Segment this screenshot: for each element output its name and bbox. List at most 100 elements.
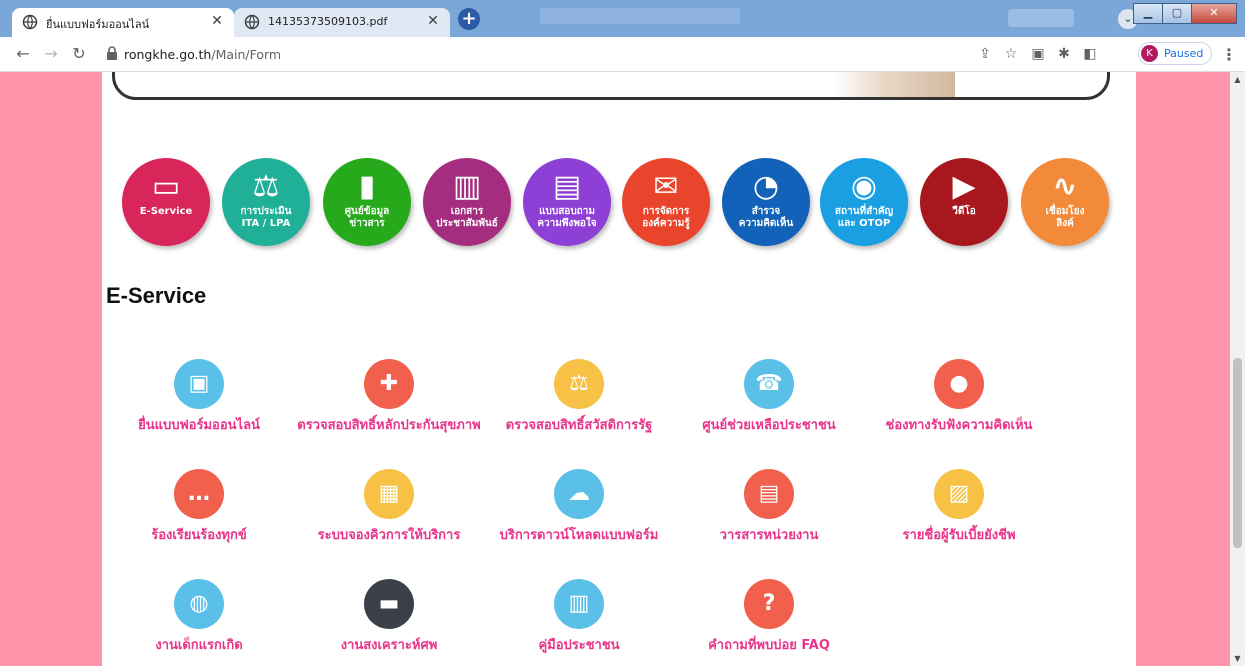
eservice-item[interactable]: ☎ ศูนย์ช่วยเหลือประชาชน [676,359,862,435]
lightbulb-icon: ● [934,359,984,409]
menu-circle-label: การประเมิน ITA / LPA [240,206,292,229]
tab-title: 14135373509103.pdf [268,15,388,28]
menu-circle-label: เชื่อมโยง ลิงค์ [1045,206,1085,229]
eservice-item[interactable]: ☁ บริการดาวน์โหลดแบบฟอร์ม [486,469,672,545]
eservice-item[interactable]: ▦ ระบบจองคิวการให้บริการ [296,469,482,545]
back-arrow-icon[interactable]: ← [14,45,32,63]
icon-glyph: ✚ [379,371,399,396]
document-icon: ▤ [552,169,582,204]
address-bar[interactable]: rongkhe.go.th/Main/Form [100,41,970,67]
scroll-up-icon[interactable]: ▲ [1233,75,1242,84]
menu-circle-5[interactable]: ▤ แบบสอบถาม ความพึงพอใจ [523,158,611,246]
eservice-item[interactable]: ▥ คู่มือประชาชน [486,579,672,655]
icon-glyph: ☁ [568,481,590,506]
menu-circle-7[interactable]: ◔ สำรวจ ความคิดเห็น [722,158,810,246]
menu-circle-6[interactable]: ✉ การจัดการ องค์ความรู้ [622,158,710,246]
section-title: E-Service [106,283,207,308]
menu-circle-label: E-Service [139,206,193,217]
eservice-label[interactable]: ศูนย์ช่วยเหลือประชาชน [676,414,862,435]
new-tab-button[interactable]: + [458,8,480,30]
lock-icon [107,46,117,60]
scrollbar[interactable]: ▲ ▼ [1230,72,1245,666]
extension-icon[interactable]: ▣ [1030,46,1046,62]
question-icon: ? [744,579,794,629]
eservice-label[interactable]: ช่องทางรับฟังความคิดเห็น [866,414,1052,435]
menu-circle-2[interactable]: ⚖ การประเมิน ITA / LPA [222,158,310,246]
menu-circle-3[interactable]: ▮ ศูนย์ข้อมูล ข่าวสาร [323,158,411,246]
icon-glyph: ▣ [188,371,210,396]
menu-circle-4[interactable]: ▥ เอกสาร ประชาสัมพันธ์ [423,158,511,246]
id-card-icon: ▨ [934,469,984,519]
piggy-bank-icon: ◍ [174,579,224,629]
tab-pdf[interactable]: 14135373509103.pdf ✕ [234,8,450,37]
eservice-item[interactable]: ✚ ตรวจสอบสิทธิ์หลักประกันสุขภาพ [296,359,482,435]
scales-icon: ⚖ [252,169,280,204]
play-icon: ▶ [952,169,976,204]
eservice-label[interactable]: บริการดาวน์โหลดแบบฟอร์ม [486,524,672,545]
maximize-icon[interactable]: ▢ [1162,3,1192,24]
calendar-screen-icon: ▦ [364,469,414,519]
profile-button[interactable]: K Paused [1138,42,1212,65]
page-content: ▭ E-Service ⚖ การประเมิน ITA / LPA ▮ ศูนย์ข้อ… [102,72,1136,666]
eservice-label[interactable]: ตรวจสอบสิทธิ์สวัสดิการรัฐ [486,414,672,435]
banner-person-image [835,72,955,97]
blurred-taskbar-item [1008,9,1074,27]
globe-icon [22,14,38,30]
eservice-label[interactable]: ยื่นแบบฟอร์มออนไลน์ [106,414,292,435]
envelope-icon: ✉ [653,169,679,204]
sidepanel-icon[interactable]: ◧ [1082,46,1098,62]
close-icon[interactable]: ✕ [208,12,226,30]
map-pin-icon: ◉ [850,169,878,204]
tab-active[interactable]: ยื่นแบบฟอร์มออนไลน์ ✕ [12,8,234,37]
reload-icon[interactable]: ↻ [70,45,88,63]
menu-circle-label: วีดีโอ [952,206,976,217]
eservice-item[interactable]: ⚖ ตรวจสอบสิทธิ์สวัสดิการรัฐ [486,359,672,435]
forward-arrow-icon[interactable]: → [42,45,60,63]
eservice-label[interactable]: รายชื่อผู้รับเบี้ยยังชีพ [866,524,1052,545]
newspaper-icon: ▤ [744,469,794,519]
eservice-item[interactable]: … ร้องเรียนร้องทุกข์ [106,469,292,545]
scales-icon: ⚖ [554,359,604,409]
icon-glyph: … [188,481,210,506]
eservice-label[interactable]: คู่มือประชาชน [486,634,672,655]
icon-glyph: ▦ [378,481,400,506]
close-window-icon[interactable]: ✕ [1191,3,1237,24]
icon-glyph: ☎ [755,371,783,396]
icon-glyph: ◍ [189,591,209,616]
eservice-label[interactable]: ร้องเรียนร้องทุกข์ [106,524,292,545]
scroll-down-icon[interactable]: ▼ [1233,654,1242,663]
minimize-icon[interactable]: ▁ [1133,3,1163,24]
page-viewport: ▭ E-Service ⚖ การประเมิน ITA / LPA ▮ ศูนย์ข้อ… [0,72,1230,666]
eservice-item[interactable]: ? คำถามที่พบบ่อย FAQ [676,579,862,655]
share-icon[interactable]: ⇪ [977,46,993,62]
menu-circle-9[interactable]: ▶ วีดีโอ [920,158,1008,246]
url-text: rongkhe.go.th/Main/Form [124,47,281,62]
menu-circle-1[interactable]: ▭ E-Service [122,158,210,246]
monitor-icon: ▭ [151,169,181,204]
eservice-label[interactable]: ระบบจองคิวการให้บริการ [296,524,482,545]
url-host: rongkhe.go.th [124,47,212,62]
eservice-label[interactable]: คำถามที่พบบ่อย FAQ [676,634,862,655]
eservice-item[interactable]: ● ช่องทางรับฟังความคิดเห็น [866,359,1052,435]
chat-bubble-icon: … [174,469,224,519]
eservice-label[interactable]: วารสารหน่วยงาน [676,524,862,545]
window-titlebar: ยื่นแบบฟอร์มออนไลน์ ✕ 14135373509103.pdf… [0,0,1245,37]
globe-icon [244,14,260,30]
more-menu-icon[interactable]: ⋮ [1221,45,1237,64]
eservice-label[interactable]: งานสงเคราะห์ศพ [296,634,482,655]
eservice-label[interactable]: งานเด็กแรกเกิด [106,634,292,655]
eservice-item[interactable]: ◍ งานเด็กแรกเกิด [106,579,292,655]
star-icon[interactable]: ☆ [1003,46,1019,62]
scrollbar-thumb[interactable] [1233,358,1242,548]
eservice-item[interactable]: ▣ ยื่นแบบฟอร์มออนไลน์ [106,359,292,435]
eservice-label[interactable]: ตรวจสอบสิทธิ์หลักประกันสุขภาพ [296,414,482,435]
eservice-item[interactable]: ▤ วารสารหน่วยงาน [676,469,862,545]
eservice-item[interactable]: ▬ งานสงเคราะห์ศพ [296,579,482,655]
puzzle-icon[interactable]: ✱ [1056,46,1072,62]
menu-circle-label: แบบสอบถาม ความพึงพอใจ [537,206,597,229]
close-icon[interactable]: ✕ [424,12,442,30]
phone-icon: ☎ [744,359,794,409]
eservice-item[interactable]: ▨ รายชื่อผู้รับเบี้ยยังชีพ [866,469,1052,545]
menu-circle-10[interactable]: ∿ เชื่อมโยง ลิงค์ [1021,158,1109,246]
menu-circle-8[interactable]: ◉ สถานที่สำคัญ และ OTOP [820,158,908,246]
